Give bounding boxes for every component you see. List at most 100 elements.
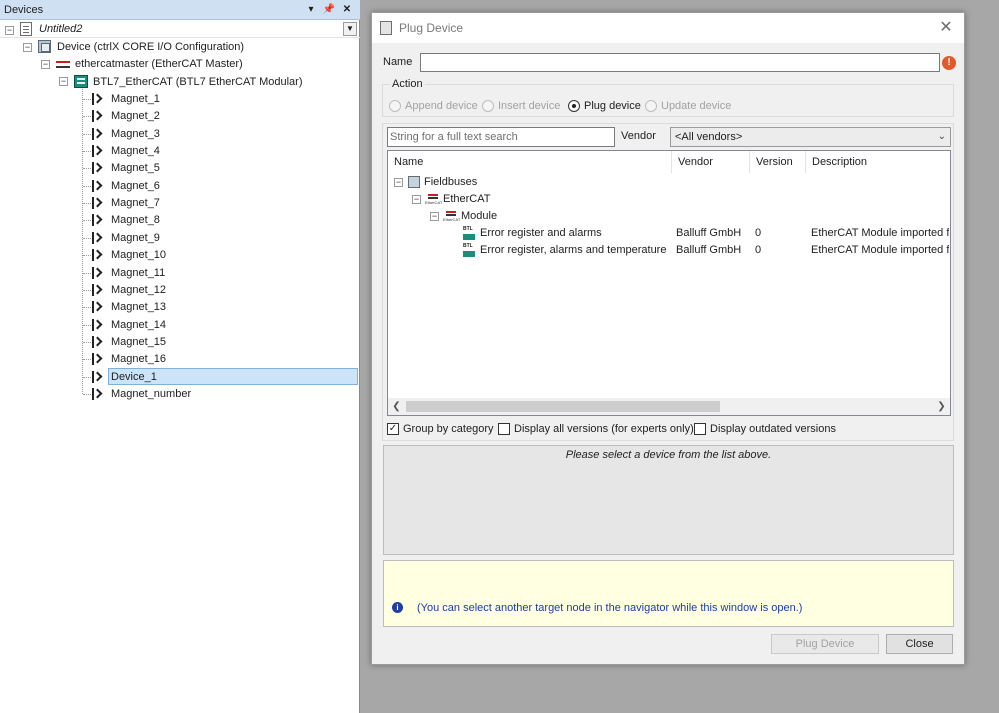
tree-node-label: Magnet_14 bbox=[111, 318, 167, 331]
btl-device-icon bbox=[463, 226, 475, 241]
vendor-dropdown[interactable]: <All vendors> ⌄ bbox=[670, 127, 951, 147]
list-item[interactable]: Error register, alarms and temperature bbox=[480, 242, 666, 259]
vendor-label: Vendor bbox=[621, 130, 656, 142]
plug-device-button[interactable]: Plug Device bbox=[771, 634, 879, 654]
tree-node-child[interactable]: Magnet_2 bbox=[109, 108, 162, 125]
scroll-thumb[interactable] bbox=[406, 401, 720, 412]
device-search-group: String for a full text search Vendor <Al… bbox=[382, 123, 954, 441]
tree-node-label: Magnet_4 bbox=[111, 145, 160, 158]
item-name: Error register and alarms bbox=[480, 227, 602, 239]
close-button[interactable]: Close bbox=[886, 634, 953, 654]
devices-panel-header: Devices ▾ 📌 ✕ bbox=[0, 0, 360, 20]
checkbox-box bbox=[498, 423, 510, 435]
description-panel: Please select a device from the list abo… bbox=[383, 445, 954, 555]
tree-node-master[interactable]: ethercatmaster (EtherCAT Master) bbox=[73, 56, 245, 73]
tree-node-label: Magnet_13 bbox=[111, 301, 167, 314]
dialog-icon bbox=[380, 21, 392, 35]
collapse-icon[interactable]: − bbox=[5, 26, 14, 35]
checkbox-box: ✓ bbox=[387, 423, 399, 435]
tree-node-label: Magnet_2 bbox=[111, 110, 160, 123]
tree-node-label: BTL7_EtherCAT (BTL7 EtherCAT Modular) bbox=[93, 76, 303, 88]
tree-node-child[interactable]: Magnet_15 bbox=[109, 334, 168, 351]
slot-icon bbox=[90, 318, 100, 331]
info-icon: i bbox=[392, 602, 403, 613]
scroll-left-icon[interactable]: ❮ bbox=[388, 398, 405, 415]
radio-circle bbox=[645, 100, 657, 112]
radio-circle bbox=[482, 100, 494, 112]
tree-node-child[interactable]: Magnet_14 bbox=[109, 317, 168, 334]
tree-node-child[interactable]: Magnet_9 bbox=[109, 230, 162, 247]
dialog-close-button[interactable]: ✕ bbox=[934, 17, 958, 39]
item-version: 0 bbox=[755, 227, 762, 239]
column-header-version[interactable]: Version bbox=[750, 151, 806, 173]
item-name: Error register, alarms and temperature bbox=[480, 244, 667, 256]
close-icon[interactable]: ✕ bbox=[340, 3, 354, 17]
item-vendor: Balluff GmbH bbox=[676, 227, 742, 239]
column-header-description[interactable]: Description bbox=[806, 151, 950, 173]
pin-icon[interactable]: 📌 bbox=[322, 3, 336, 17]
dialog-title: Plug Device bbox=[399, 21, 464, 35]
devices-panel-title: Devices bbox=[4, 4, 44, 16]
category-fieldbuses[interactable]: Fieldbuses bbox=[424, 174, 477, 191]
tree-node-child[interactable]: Magnet_1 bbox=[109, 91, 162, 108]
tree-node-child[interactable]: Magnet_13 bbox=[109, 299, 168, 316]
dialog-titlebar: Plug Device ✕ bbox=[372, 13, 964, 43]
collapse-icon[interactable]: − bbox=[23, 43, 32, 52]
tree-node-module[interactable]: BTL7_EtherCAT (BTL7 EtherCAT Modular) bbox=[91, 74, 305, 91]
tree-node-child[interactable]: Magnet_number bbox=[109, 386, 193, 403]
tree-node-label: Magnet_5 bbox=[111, 162, 160, 175]
devices-panel: Devices ▾ 📌 ✕ ▼ − Untitled2 − Device (ct… bbox=[0, 0, 360, 713]
tree-node-root[interactable]: Untitled2 bbox=[37, 21, 84, 38]
name-input[interactable] bbox=[420, 53, 940, 72]
collapse-icon[interactable]: − bbox=[412, 195, 421, 204]
tree-node-child[interactable]: Magnet_3 bbox=[109, 126, 162, 143]
category-module[interactable]: Module bbox=[461, 208, 497, 225]
tree-node-device[interactable]: Device (ctrlX CORE I/O Configuration) bbox=[55, 39, 246, 56]
tree-node-label: Magnet_16 bbox=[111, 353, 167, 366]
column-header-name[interactable]: Name bbox=[388, 151, 672, 173]
collapse-icon[interactable]: − bbox=[394, 178, 403, 187]
checkbox-label: Display outdated versions bbox=[710, 423, 836, 435]
search-input[interactable]: String for a full text search bbox=[387, 127, 615, 147]
chevron-down-icon: ⌄ bbox=[937, 131, 946, 142]
slot-icon bbox=[90, 127, 100, 140]
collapse-icon[interactable]: − bbox=[41, 60, 50, 69]
tree-node-child[interactable]: Magnet_11 bbox=[109, 265, 167, 282]
tree-node-label: Device (ctrlX CORE I/O Configuration) bbox=[57, 41, 245, 53]
device-icon bbox=[38, 40, 51, 53]
plug-device-dialog: Plug Device ✕ Name ! Action Append devic… bbox=[371, 12, 965, 665]
tree-node-label: Magnet_10 bbox=[111, 249, 167, 262]
slot-icon bbox=[90, 353, 100, 366]
tree-node-child[interactable]: Magnet_6 bbox=[109, 178, 162, 195]
tree-dropdown-button[interactable]: ▼ bbox=[343, 22, 357, 36]
slot-icon bbox=[90, 249, 100, 262]
list-item[interactable]: Error register and alarms bbox=[480, 225, 602, 242]
tree-node-child[interactable]: Magnet_5 bbox=[109, 160, 162, 177]
slot-icon bbox=[90, 370, 100, 383]
category-ethercat[interactable]: EtherCAT bbox=[443, 191, 490, 208]
tree-node-label: Magnet_9 bbox=[111, 231, 160, 244]
fieldbus-icon bbox=[408, 176, 420, 188]
tree-node-selected[interactable]: Device_1 bbox=[109, 369, 159, 386]
radio-label: Update device bbox=[661, 100, 732, 112]
horizontal-scrollbar[interactable]: ❮ ❯ bbox=[388, 398, 950, 415]
collapse-icon[interactable]: − bbox=[430, 212, 439, 221]
tree-node-label: Magnet_7 bbox=[111, 197, 160, 210]
tree-node-child[interactable]: Magnet_4 bbox=[109, 143, 162, 160]
tree-node-child[interactable]: Magnet_16 bbox=[109, 351, 168, 368]
radio-circle bbox=[389, 100, 401, 112]
radio-circle bbox=[568, 100, 580, 112]
scroll-right-icon[interactable]: ❯ bbox=[933, 398, 950, 415]
category-label: Fieldbuses bbox=[424, 176, 478, 188]
panel-menu-icon[interactable]: ▾ bbox=[304, 3, 318, 17]
tree-node-child[interactable]: Magnet_10 bbox=[109, 247, 168, 264]
radio-label: Append device bbox=[405, 100, 478, 112]
tree-node-child[interactable]: Magnet_12 bbox=[109, 282, 168, 299]
tree-node-child[interactable]: Magnet_8 bbox=[109, 212, 162, 229]
info-panel: i (You can select another target node in… bbox=[383, 560, 954, 627]
tree-node-child[interactable]: Magnet_7 bbox=[109, 195, 162, 212]
checkbox-box bbox=[694, 423, 706, 435]
collapse-icon[interactable]: − bbox=[59, 77, 68, 86]
column-header-vendor[interactable]: Vendor bbox=[672, 151, 750, 173]
info-text: (You can select another target node in t… bbox=[417, 602, 803, 614]
